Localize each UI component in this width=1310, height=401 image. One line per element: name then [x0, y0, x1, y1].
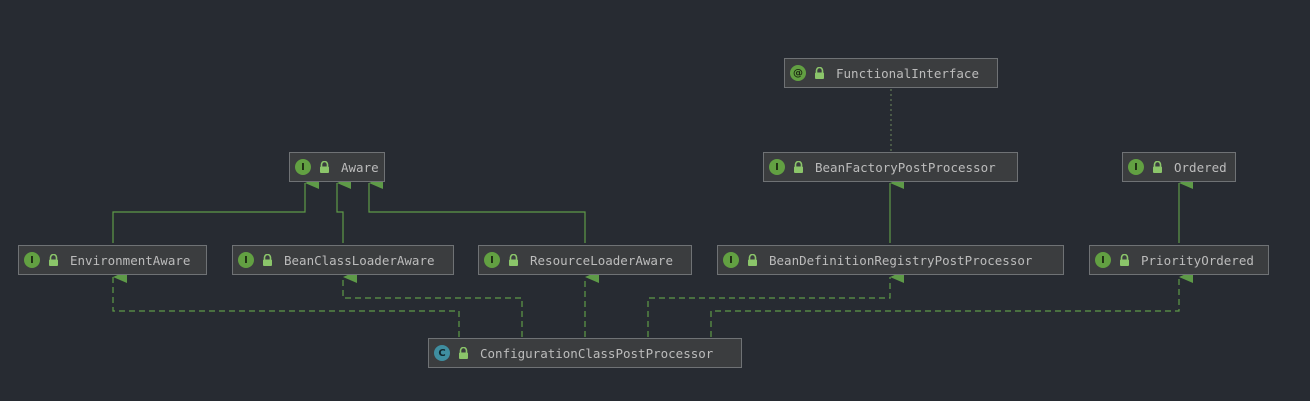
node-label: BeanClassLoaderAware: [284, 252, 435, 268]
interface-badge-icon: I: [295, 159, 311, 175]
node-ordered[interactable]: I Ordered: [1122, 152, 1236, 182]
node-aware[interactable]: I Aware: [289, 152, 385, 182]
lock-icon: [509, 254, 518, 266]
interface-badge-icon: I: [484, 252, 500, 268]
node-beanfactorypostprocessor[interactable]: I BeanFactoryPostProcessor: [763, 152, 1018, 182]
interface-badge-icon: I: [24, 252, 40, 268]
node-label: BeanDefinitionRegistryPostProcessor: [769, 252, 1033, 268]
interface-badge-icon: I: [723, 252, 739, 268]
interface-badge-icon: I: [1095, 252, 1111, 268]
node-label: Ordered: [1174, 159, 1227, 175]
node-label: ResourceLoaderAware: [530, 252, 673, 268]
node-priorityordered[interactable]: I PriorityOrdered: [1089, 245, 1269, 275]
lock-icon: [1120, 254, 1129, 266]
diagram-canvas: @ FunctionalInterface I Aware I BeanFact…: [0, 0, 1310, 401]
interface-badge-icon: I: [1128, 159, 1144, 175]
node-label: EnvironmentAware: [70, 252, 191, 268]
node-label: PriorityOrdered: [1141, 252, 1254, 268]
node-label: Aware: [341, 159, 379, 175]
node-resourceloaderaware[interactable]: I ResourceLoaderAware: [478, 245, 692, 275]
node-beanclassloaderaware[interactable]: I BeanClassLoaderAware: [232, 245, 454, 275]
lock-icon: [748, 254, 757, 266]
interface-badge-icon: I: [769, 159, 785, 175]
lock-icon: [459, 347, 468, 359]
node-configurationclasspostprocessor[interactable]: C ConfigurationClassPostProcessor: [428, 338, 742, 368]
node-label: BeanFactoryPostProcessor: [815, 159, 996, 175]
edge-ccpp-beanclassloaderaware: [342, 271, 523, 337]
lock-icon: [1153, 161, 1162, 173]
node-label: ConfigurationClassPostProcessor: [480, 345, 714, 361]
edge-resourceloaderaware-aware: [368, 177, 586, 243]
node-environmentaware[interactable]: I EnvironmentAware: [18, 245, 207, 275]
lock-icon: [320, 161, 329, 173]
edge-ccpp-priorityordered: [710, 271, 1193, 337]
lock-icon: [815, 67, 824, 79]
node-functionalinterface[interactable]: @ FunctionalInterface: [784, 58, 998, 88]
class-badge-icon: C: [434, 345, 450, 361]
edge-beanclassloaderaware-aware: [336, 177, 351, 243]
edge-environmentaware-aware: [112, 177, 319, 243]
node-beandefinitionregistrypostprocessor[interactable]: I BeanDefinitionRegistryPostProcessor: [717, 245, 1064, 275]
interface-badge-icon: I: [238, 252, 254, 268]
node-label: FunctionalInterface: [836, 65, 979, 81]
lock-icon: [263, 254, 272, 266]
edge-ccpp-bdrpp: [647, 271, 904, 337]
lock-icon: [49, 254, 58, 266]
edge-ccpp-environmentaware: [112, 271, 460, 337]
lock-icon: [794, 161, 803, 173]
annotation-badge-icon: @: [790, 65, 806, 81]
